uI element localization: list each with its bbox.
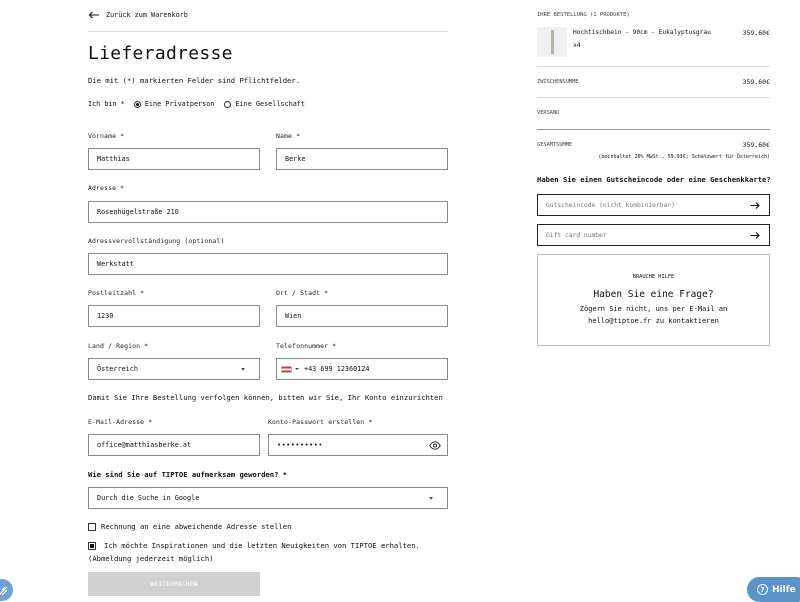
country-select[interactable]: Österreich [88,358,260,380]
radio-private[interactable] [133,100,141,108]
subtotal-value: 359.60€ [742,78,770,86]
voucher-code-placeholder: Gutscheincode (nicht kombinierbar) [546,201,675,209]
source-question: Wie sind Sie auf TIPTOE aufmerksam gewor… [88,470,288,479]
address2-field[interactable]: Werkstatt [88,253,448,275]
email-field[interactable]: office@matthiasberke.at [88,434,260,456]
eye-icon[interactable] [429,441,441,450]
address-field[interactable]: Rosenhügelstraße 210 [88,201,448,223]
back-link[interactable]: Zurück zum Warenkorb [88,11,188,19]
shipping-label: VERSAND [537,110,560,116]
radio-company[interactable] [224,100,232,108]
page-title: Lieferadresse [88,43,233,64]
product-price: 359.60€ [742,29,770,37]
address-label: Adresse * [88,184,125,192]
continue-button-label: WEITERMACHEN [150,580,198,588]
billing-checkbox[interactable] [88,523,96,531]
help-box-line1: Zögern Sie nicht, uns per E-Mail an [579,305,728,313]
divider [88,31,448,32]
flag-dropdown-icon[interactable] [295,368,299,370]
table-leg-image [551,30,554,54]
divider [537,129,770,130]
postcode-label: Postleitzahl * [88,289,145,297]
austria-flag-icon[interactable] [281,365,292,373]
email-label: E-Mail-Adresse * [88,418,153,426]
help-box-kicker: BRAUCHE HILFE [632,274,675,280]
newsletter-label-line1[interactable]: Ich möchte Inspirationen und die letzten… [104,541,420,550]
voucher-code-input[interactable]: Gutscheincode (nicht kombinierbar) [537,194,770,216]
newsletter-label-line2: (Abmeldung jederzeit möglich) [88,554,214,563]
total-value: 359.60€ [742,141,770,149]
source-value: Durch die Suche in Google [97,494,200,502]
help-box-title: Haben Sie eine Frage? [593,289,714,300]
phone-value: +43 699 12360124 [304,365,370,373]
billing-checkbox-label[interactable]: Rechnung an eine abweichende Adresse ste… [101,522,291,531]
help-box-line2: hello@tiptoe.fr zu kontaktieren [588,317,719,325]
product-qty: x4 [573,42,581,49]
city-label: Ort / Stadt * [276,289,329,297]
divider [537,66,770,67]
order-heading: IHRE BESTELLUNG (1 PRODUKTE) [537,12,630,18]
total-label: GESAMTSUMME [537,142,573,148]
product-name: Hochtischbein - 90cm - Eukalyptusgrau [573,29,711,36]
password-field[interactable]: •••••••••• [268,434,448,456]
back-link-label: Zurück zum Warenkorb [106,11,188,19]
help-question-icon: ? [757,584,768,595]
help-box: BRAUCHE HILFE Haben Sie eine Frage? Zöge… [537,254,770,346]
product-thumbnail [537,27,567,57]
country-value: Österreich [97,365,138,373]
subtotal-label: ZWISCHENSUMME [537,79,579,85]
postcode-field[interactable]: 1230 [88,305,260,327]
first-name-field[interactable]: Matthias [88,148,260,170]
last-name-label: Name * [276,132,301,140]
arrow-right-icon[interactable] [750,201,760,210]
help-button[interactable]: ? Hilfe [747,577,800,602]
last-name-field[interactable]: Berke [276,148,448,170]
password-value: •••••••••• [277,441,323,449]
gift-card-input[interactable]: Gift card number [537,224,770,246]
continue-button[interactable]: WEITERMACHEN [88,572,260,596]
source-select[interactable]: Durch die Suche in Google [88,487,448,509]
address2-label: Adressvervollständigung (optional) [88,237,225,245]
customer-type-row: Ich bin * Eine Privatperson Eine Gesells… [88,100,305,108]
city-field[interactable]: Wien [276,305,448,327]
chevron-down-icon [429,497,433,500]
password-label: Konto-Passwort erstellen * [268,418,373,426]
help-button-label: Hilfe [772,584,796,595]
account-note: Damit Sie Ihre Bestellung verfolgen könn… [88,393,443,402]
first-name-label: Vorname * [88,132,125,140]
chevron-down-icon [241,368,245,371]
tax-note: (beinhaltet 20% MwSt., 59.93€; Schätzwer… [598,154,770,160]
gift-card-placeholder: Gift card number [546,231,607,239]
arrow-right-icon[interactable] [750,231,760,240]
newsletter-checkbox[interactable] [88,542,96,550]
customer-type-label: Ich bin * [88,100,125,108]
required-note: Die mit (*) markierten Felder sind Pflic… [88,76,301,85]
phone-label: Telefonnummer * [276,342,337,350]
radio-company-label[interactable]: Eine Gesellschaft [235,100,305,108]
floating-badge-icon[interactable] [0,579,13,601]
arrow-left-icon [88,11,99,19]
country-label: Land / Region * [88,342,149,350]
phone-field[interactable]: +43 699 12360124 [276,358,448,380]
radio-private-label[interactable]: Eine Privatperson [145,100,215,108]
divider [537,97,770,98]
voucher-heading: Haben Sie einen Gutscheincode oder eine … [537,175,771,184]
stripes-icon [0,586,8,596]
